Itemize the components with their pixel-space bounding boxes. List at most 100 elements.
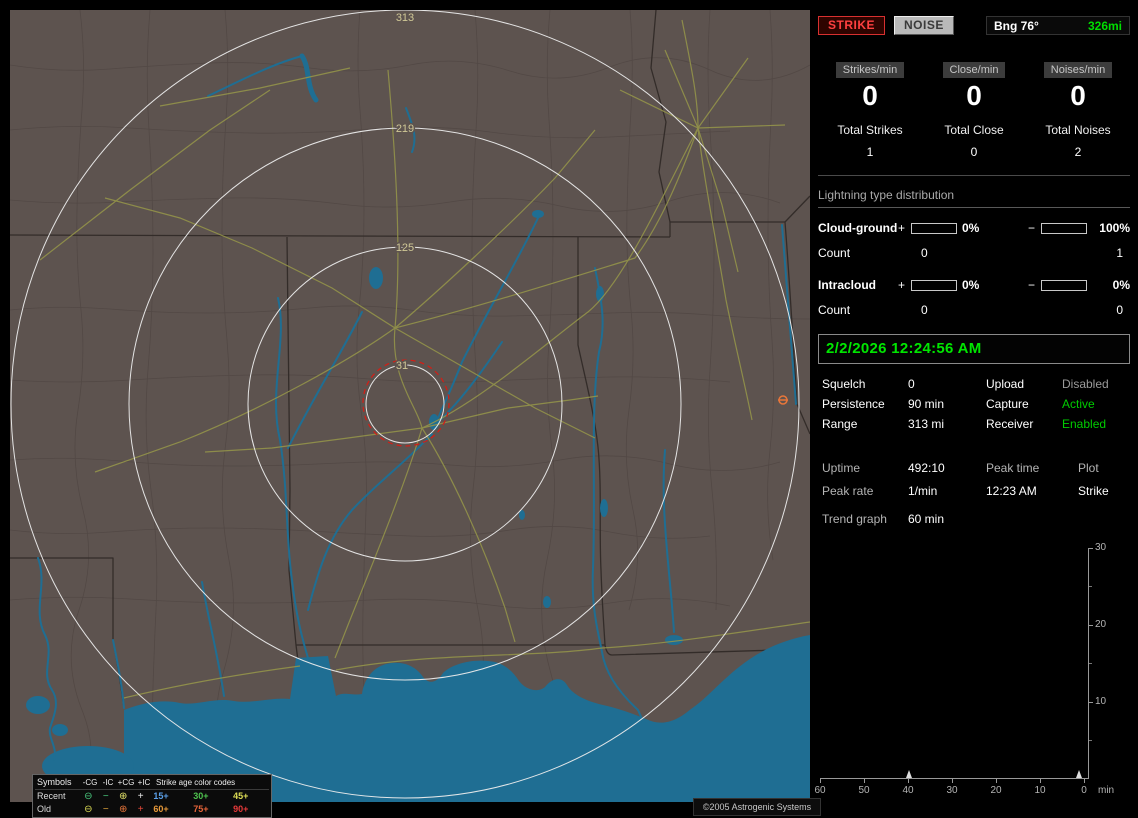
x-tick — [952, 779, 953, 783]
symbol-pos-ic-icon: + — [137, 791, 144, 802]
close-per-min-value: 0 — [966, 80, 982, 111]
trend-spike — [906, 770, 913, 778]
trend-spike — [1076, 770, 1083, 778]
y-minor-tick — [1089, 586, 1092, 587]
map-canvas[interactable]: 313 219 125 31 — [10, 10, 810, 802]
trend-plot — [820, 548, 1089, 779]
ring-label-125: 125 — [396, 242, 414, 254]
ic-negative-count: 0 — [1116, 303, 1123, 317]
rate-col-close: Close/min 0 Total Close 0 — [922, 62, 1026, 159]
lightning-map[interactable]: 313 219 125 31 Symbols -CG -IC +CG +IC S… — [10, 10, 821, 818]
noises-per-min-chip: Noises/min — [1043, 62, 1113, 78]
rate-col-noises: Noises/min 0 Total Noises 2 — [1026, 62, 1130, 159]
minus-sign: − — [1028, 221, 1036, 235]
copyright-badge: ©2005 Astrogenic Systems — [693, 798, 821, 816]
total-close-label: Total Close — [944, 123, 1004, 137]
y-tick — [1089, 548, 1093, 549]
capture-label: Capture — [986, 397, 1029, 411]
age-code: 90+ — [233, 804, 249, 814]
info-block: 2/2/2026 12:24:56 AM Squelch 0 Upload Di… — [818, 334, 1130, 431]
age-code: 45+ — [233, 791, 249, 801]
trend-graph: 30 20 10 60 50 40 30 20 10 0 min — [814, 538, 1130, 798]
cg-negative-count: 1 — [1116, 246, 1123, 260]
trend-graph-label: Trend graph — [822, 512, 887, 526]
total-close-value: 0 — [970, 145, 978, 159]
capture-status: Active — [1062, 397, 1095, 411]
x-tick-label: 50 — [858, 785, 870, 796]
uptime-value: 492:10 — [908, 461, 945, 475]
y-tick — [1089, 702, 1093, 703]
ring-label-313: 313 — [396, 12, 414, 24]
y-tick-label: 20 — [1095, 619, 1107, 630]
legend-col-pic: +IC — [137, 778, 151, 787]
status-block: Uptime 492:10 Peak time Plot Peak rate 1… — [818, 462, 1130, 526]
legend-row-label: Recent — [37, 791, 66, 801]
x-tick — [820, 779, 821, 783]
trend-window-value: 60 min — [908, 512, 945, 526]
persistence-label: Persistence — [822, 397, 885, 411]
legend-row-recent: Recent ⊖ − ⊕ + 15+ 30+ 45+ — [35, 790, 269, 803]
legend-symbols-title: Symbols — [37, 777, 72, 787]
mode-toolbar: STRIKE NOISE Bng 76° 326mi — [818, 16, 1130, 35]
distribution-title: Lightning type distribution — [818, 188, 1130, 208]
minus-sign: − — [1028, 278, 1036, 292]
range-value: 313 mi — [908, 417, 945, 431]
legend-box: Symbols -CG -IC +CG +IC Strike age color… — [32, 774, 272, 818]
ring-label-31: 31 — [396, 360, 408, 372]
peak-time-label: Peak time — [986, 461, 1040, 475]
peak-rate-value: 1/min — [908, 484, 938, 498]
x-tick-label: 0 — [1081, 785, 1087, 796]
clock-display: 2/2/2026 12:24:56 AM — [826, 340, 982, 357]
rate-col-strikes: Strikes/min 0 Total Strikes 1 — [818, 62, 922, 159]
persistence-value: 90 min — [908, 397, 945, 411]
y-tick-label: 30 — [1095, 542, 1107, 553]
y-minor-tick — [1089, 663, 1092, 664]
x-tick-label: 30 — [946, 785, 958, 796]
cloud-ground-label: Cloud-ground — [818, 221, 898, 235]
strikes-per-min-value: 0 — [862, 80, 878, 111]
strikes-per-min-chip: Strikes/min — [835, 62, 905, 78]
ic-positive-bar — [911, 279, 957, 291]
distribution-row-cloud-ground: Cloud-ground + 0% − 100% — [818, 221, 1130, 235]
stats-block: STRIKE NOISE Bng 76° 326mi Strikes/min 0… — [818, 16, 1130, 317]
section-divider — [818, 175, 1130, 176]
cg-negative-pct: 100% — [1099, 221, 1130, 235]
age-code: 30+ — [193, 791, 209, 801]
cg-positive-bar — [911, 222, 957, 234]
receiver-label: Receiver — [986, 417, 1034, 431]
total-noises-label: Total Noises — [1045, 123, 1111, 137]
ring-label-219: 219 — [396, 123, 414, 135]
cg-negative-bar — [1041, 222, 1087, 234]
settings-table: Squelch 0 Upload Disabled Persistence 90… — [818, 378, 1130, 431]
x-tick-label: 40 — [902, 785, 914, 796]
y-tick-label: 10 — [1095, 696, 1107, 707]
upload-label: Upload — [986, 377, 1025, 391]
x-tick — [864, 779, 865, 783]
total-strikes-value: 1 — [866, 145, 874, 159]
upload-status: Disabled — [1062, 377, 1109, 391]
legend-col-nic: -IC — [102, 778, 114, 787]
symbol-neg-ic-icon: − — [102, 804, 109, 815]
legend-header: Symbols -CG -IC +CG +IC Strike age color… — [35, 776, 269, 790]
total-noises-value: 2 — [1074, 145, 1082, 159]
noises-per-min-value: 0 — [1070, 80, 1086, 111]
cg-positive-pct: 0% — [962, 221, 980, 235]
strike-toggle-button[interactable]: STRIKE — [818, 16, 886, 35]
distribution-row-intracloud: Intracloud + 0% − 0% — [818, 278, 1130, 292]
clock-box: 2/2/2026 12:24:56 AM — [818, 334, 1130, 364]
ic-positive-pct: 0% — [962, 278, 980, 292]
x-tick — [1084, 779, 1085, 783]
ic-count-row: Count 0 0 — [818, 303, 1130, 317]
cg-count-row: Count 0 1 — [818, 246, 1130, 260]
x-tick — [996, 779, 997, 783]
noise-toggle-button[interactable]: NOISE — [894, 16, 954, 35]
legend-col-pcg: +CG — [117, 778, 135, 787]
legend-col-ncg: -CG — [82, 778, 98, 787]
rates-grid: Strikes/min 0 Total Strikes 1 Close/min … — [818, 62, 1130, 159]
legend-row-old: Old ⊖ − ⊕ + 60+ 75+ 90+ — [35, 803, 269, 816]
ic-negative-pct: 0% — [1112, 278, 1130, 292]
x-tick-label: 10 — [1034, 785, 1046, 796]
y-tick — [1089, 625, 1093, 626]
cg-positive-count: 0 — [921, 246, 928, 260]
squelch-value: 0 — [908, 377, 915, 391]
